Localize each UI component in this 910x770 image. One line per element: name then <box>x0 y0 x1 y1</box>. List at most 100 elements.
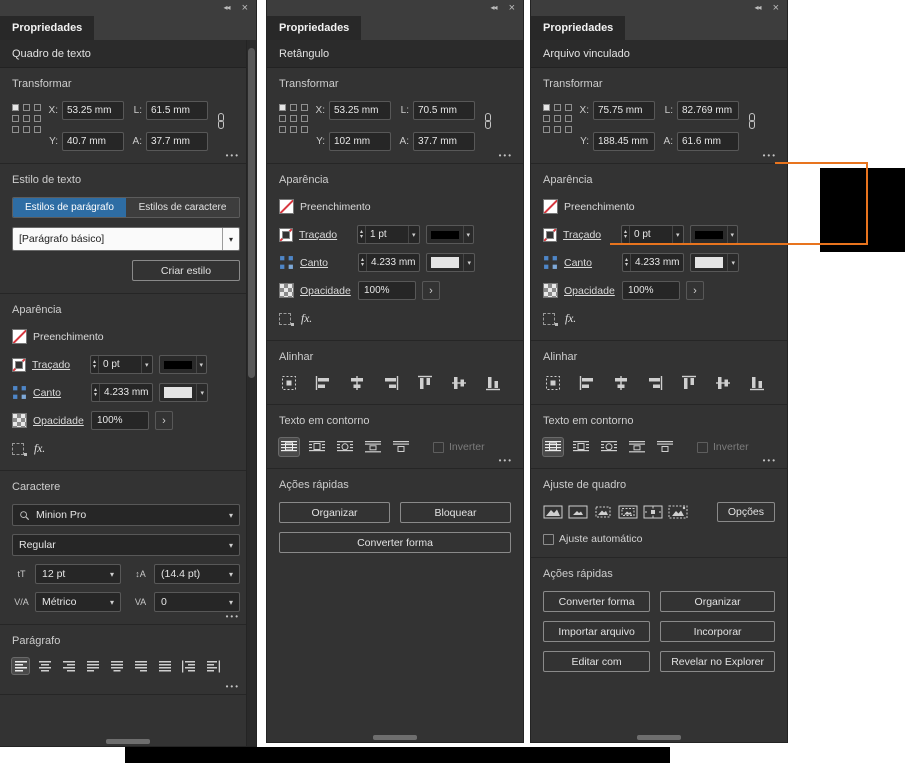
close-panel-icon[interactable]: × <box>509 2 515 14</box>
corner-label[interactable]: Canto <box>300 257 352 269</box>
fit-frame-to-content-icon[interactable] <box>593 503 613 521</box>
align-right-icon[interactable] <box>381 374 401 392</box>
stroke-none-swatch-icon[interactable] <box>12 357 26 372</box>
para-justify-center-icon[interactable] <box>108 658 125 674</box>
kerning-field[interactable]: Métrico ▾ <box>35 592 121 612</box>
embed-button[interactable]: Incorporar <box>660 621 775 642</box>
para-justify-right-icon[interactable] <box>132 658 149 674</box>
tab-propriedades[interactable]: Propriedades <box>531 16 626 40</box>
fit-content-to-frame-icon[interactable] <box>618 503 638 521</box>
corner-radius-field[interactable]: ▴ ▾ 4.233 mm <box>622 253 685 272</box>
create-style-button[interactable]: Criar estilo <box>132 260 240 281</box>
align-left-icon[interactable] <box>577 374 597 392</box>
align-top-icon[interactable] <box>679 374 699 392</box>
stepper-icon[interactable]: ▴ ▾ <box>622 226 631 243</box>
x-value-field[interactable]: 53.25 mm <box>62 101 124 120</box>
tab-character-styles[interactable]: Estilos de caractere <box>126 198 239 217</box>
width-value-field[interactable]: 70.5 mm <box>413 101 475 120</box>
para-align-away-spine-icon[interactable] <box>204 658 221 674</box>
stepper-icon[interactable]: ▴ ▾ <box>359 254 368 271</box>
stroke-weight-field[interactable]: ▴ ▾ 1 pt ▾ <box>357 225 420 244</box>
wrap-bounding-box-icon[interactable] <box>307 438 327 456</box>
height-value-field[interactable]: 37.7 mm <box>413 132 475 151</box>
stroke-style-dropdown[interactable]: ▾ <box>689 225 739 244</box>
more-options-icon[interactable]: ••• <box>763 456 777 465</box>
more-options-icon[interactable]: ••• <box>499 456 513 465</box>
more-options-icon[interactable]: ••• <box>763 151 777 160</box>
para-align-towards-spine-icon[interactable] <box>180 658 197 674</box>
align-vertical-center-icon[interactable] <box>449 374 469 392</box>
fill-frame-proportionally-icon[interactable] <box>543 503 563 521</box>
wrap-object-shape-icon[interactable] <box>335 438 355 456</box>
corner-icon[interactable] <box>543 255 558 270</box>
stepper-icon[interactable]: ▴ ▾ <box>623 254 632 271</box>
x-value-field[interactable]: 75.75 mm <box>593 101 655 120</box>
horizontal-scrollbar[interactable] <box>106 739 150 744</box>
close-panel-icon[interactable]: × <box>773 2 779 14</box>
para-align-center-icon[interactable] <box>36 658 53 674</box>
object-style-icon[interactable] <box>543 312 558 326</box>
wrap-object-shape-icon[interactable] <box>599 438 619 456</box>
paragraph-style-dropdown[interactable]: [Parágrafo básico] ▾ <box>12 227 240 251</box>
align-bottom-icon[interactable] <box>747 374 767 392</box>
fitting-options-button[interactable]: Opções <box>716 502 775 522</box>
corner-icon[interactable] <box>12 385 27 400</box>
scrollbar-thumb[interactable] <box>248 48 255 378</box>
corner-radius-field[interactable]: ▴ ▾ 4.233 mm <box>91 383 154 402</box>
constrain-proportions-icon[interactable] <box>746 112 758 130</box>
edit-with-button[interactable]: Editar com <box>543 651 651 672</box>
tab-paragraph-styles[interactable]: Estilos de parágrafo <box>13 198 126 217</box>
align-horizontal-center-icon[interactable] <box>611 374 631 392</box>
align-bottom-icon[interactable] <box>483 374 503 392</box>
stroke-weight-field[interactable]: ▴ ▾ 0 pt ▾ <box>621 225 684 244</box>
collapse-panel-icon[interactable]: ◂◂ <box>755 4 762 12</box>
chevron-down-icon[interactable]: ▾ <box>408 226 419 243</box>
reference-point-grid[interactable] <box>12 104 41 133</box>
tracking-field[interactable]: 0 ▾ <box>154 592 240 612</box>
more-options-icon[interactable]: ••• <box>226 151 240 160</box>
tab-propriedades[interactable]: Propriedades <box>0 16 95 40</box>
corner-style-dropdown[interactable]: ▾ <box>159 383 208 402</box>
reveal-in-explorer-button[interactable]: Revelar no Explorer <box>660 651 775 672</box>
wrap-jump-object-icon[interactable] <box>627 438 647 456</box>
convert-shape-button[interactable]: Converter forma <box>279 532 511 553</box>
font-size-field[interactable]: 12 pt ▾ <box>35 564 121 584</box>
reference-point-grid[interactable] <box>279 104 308 133</box>
import-file-button[interactable]: Importar arquivo <box>543 621 651 642</box>
vertical-scrollbar[interactable] <box>246 40 256 746</box>
font-style-dropdown[interactable]: Regular ▾ <box>12 534 240 556</box>
opacity-field[interactable]: 100% <box>358 281 416 300</box>
constrain-proportions-icon[interactable] <box>482 112 494 130</box>
wrap-bounding-box-icon[interactable] <box>571 438 591 456</box>
stepper-icon[interactable]: ▴ ▾ <box>358 226 367 243</box>
corner-style-dropdown[interactable]: ▾ <box>426 253 475 272</box>
stroke-style-dropdown[interactable]: ▾ <box>425 225 475 244</box>
convert-shape-button[interactable]: Converter forma <box>543 591 651 612</box>
x-value-field[interactable]: 53.25 mm <box>329 101 391 120</box>
close-panel-icon[interactable]: × <box>242 2 248 14</box>
corner-label[interactable]: Canto <box>564 257 616 269</box>
para-justify-all-icon[interactable] <box>156 658 173 674</box>
align-vertical-center-icon[interactable] <box>713 374 733 392</box>
opacity-label[interactable]: Opacidade <box>300 285 352 297</box>
collapse-panel-icon[interactable]: ◂◂ <box>224 4 231 12</box>
stroke-label[interactable]: Traçado <box>299 229 351 241</box>
organize-button[interactable]: Organizar <box>660 591 775 612</box>
stroke-label[interactable]: Traçado <box>563 229 615 241</box>
align-key-object-icon[interactable] <box>279 374 299 392</box>
font-family-dropdown[interactable]: Minion Pro ▾ <box>12 504 240 526</box>
more-options-icon[interactable]: ••• <box>499 151 513 160</box>
fx-effects-button[interactable]: fx. <box>34 443 45 455</box>
align-left-icon[interactable] <box>313 374 333 392</box>
object-style-icon[interactable] <box>279 312 294 326</box>
y-value-field[interactable]: 40.7 mm <box>62 132 124 151</box>
wrap-none-icon[interactable] <box>279 438 299 456</box>
width-value-field[interactable]: 82.769 mm <box>677 101 739 120</box>
height-value-field[interactable]: 61.6 mm <box>677 132 739 151</box>
align-horizontal-center-icon[interactable] <box>347 374 367 392</box>
para-justify-left-icon[interactable] <box>84 658 101 674</box>
align-top-icon[interactable] <box>415 374 435 392</box>
opacity-label[interactable]: Opacidade <box>33 415 85 427</box>
fill-none-swatch-icon[interactable] <box>543 199 558 214</box>
horizontal-scrollbar[interactable] <box>373 735 417 740</box>
